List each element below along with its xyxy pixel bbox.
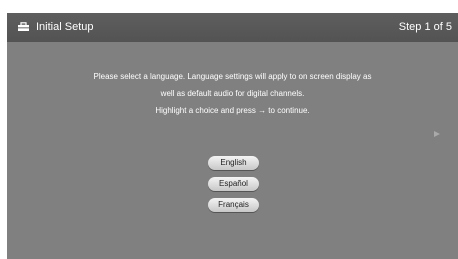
instruction-line: Please select a language. Language setti… — [93, 72, 372, 81]
title-bar: Initial Setup Step 1 of 5 — [7, 13, 458, 42]
language-option-english[interactable]: English — [208, 156, 259, 170]
language-option-espanol[interactable]: Español — [208, 177, 259, 191]
language-option-francais[interactable]: Français — [208, 198, 259, 212]
page-title: Initial Setup — [36, 21, 94, 33]
instructions-text: Please select a language. Language setti… — [7, 68, 458, 119]
right-arrow-icon[interactable] — [433, 130, 441, 138]
setup-screen: Initial Setup Step 1 of 5 Please select … — [7, 13, 458, 259]
instruction-line: well as default audio for digital channe… — [160, 89, 305, 98]
step-indicator: Step 1 of 5 — [398, 21, 452, 33]
toolbox-icon — [18, 22, 29, 31]
instruction-line: Highlight a choice and press → to contin… — [155, 106, 310, 115]
